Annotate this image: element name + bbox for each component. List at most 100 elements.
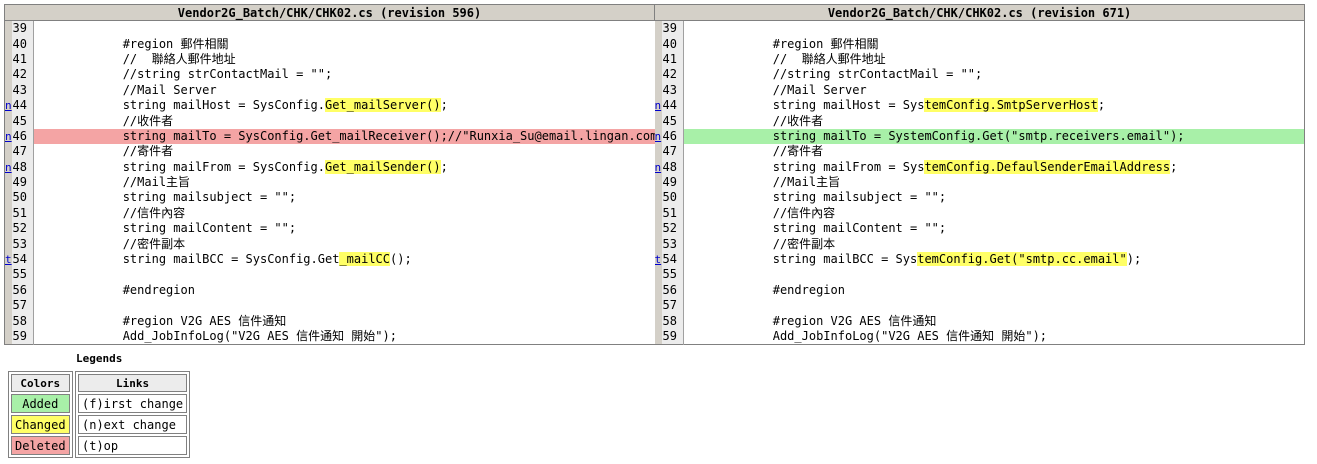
diff-row: 42 //string strContactMail = ""; 42 //str… [4,67,1305,83]
right-link-cell [654,113,662,129]
diff-row: 55 55 [4,267,1305,283]
changed-text-highlight: Get_mailSender() [324,159,441,174]
left-line-number: 53 [11,236,34,252]
left-link-cell [4,282,12,299]
diff-body: 39 39 40 #region 郵件相關 40 #region 郵件相關 41 // … [4,20,1305,345]
legend-top: (t)op [78,436,188,455]
right-line-number: 52 [661,221,685,237]
right-link-cell [654,20,662,37]
right-link-cell [654,221,662,237]
right-link-cell [654,328,662,345]
left-link-cell [4,36,12,52]
right-code-line [683,20,1305,37]
right-link-cell [654,67,662,83]
diff-row: 51 //信件內容 51 //信件內容 [4,205,1305,222]
right-code-line: // 聯絡人郵件地址 [686,51,886,66]
right-line-number: 54 [661,251,685,268]
code-text: (); [390,252,412,267]
right-code-line: //Mail Server [686,82,867,97]
diff-row: 43 //Mail Server 43 //Mail Server [4,82,1305,98]
diff-row: 56 #endregion 56 #endregion [4,282,1305,299]
left-code-line: //信件內容 [36,205,186,220]
right-change-link[interactable]: n [655,161,662,174]
code-text: string mailBCC = SysConfig.Get [36,252,340,267]
left-line-number: 59 [11,328,34,345]
left-change-link[interactable]: n [5,130,12,143]
right-code-line: //string strContactMail = ""; [686,67,983,82]
left-line-number: 41 [11,51,34,68]
code-text: string mailFrom = SysConfig. [36,159,325,174]
changed-text-highlight: Get_mailServer() [324,98,441,113]
right-line-number: 57 [661,298,685,314]
left-code-line: //寄件者 [36,144,174,159]
left-line-number: 46 [11,128,34,145]
code-text: ); [1126,252,1142,267]
right-code-line: #endregion [686,282,845,297]
left-line-number: 49 [11,174,34,191]
left-link-cell [4,328,12,345]
left-code-line: string mailHost = SysConfig.Get_mailServ… [34,98,655,113]
left-code-line: //密件副本 [36,236,186,251]
diff-row: 40 #region 郵件相關 40 #region 郵件相關 [4,36,1305,52]
left-line-number: 48 [11,159,34,175]
right-code-line: //收件者 [686,113,824,128]
diff-row: 58 #region V2G AES 信件通知 58 #region V2G AE… [4,313,1305,329]
left-code-line: #endregion [36,282,195,297]
left-line-number: 51 [11,205,34,222]
left-line-number: 50 [11,190,34,206]
code-text: string mailHost = SysConfig. [36,98,325,113]
left-line-number: 43 [11,82,34,98]
left-code-line: #region 郵件相關 [36,36,229,51]
left-change-link[interactable]: t [5,253,12,266]
left-code-line [33,20,655,37]
right-link-cell [654,267,662,283]
diff-row: t 54 string mailBCC = SysConfig.Get_mailC… [4,251,1305,268]
right-line-number: 50 [661,190,685,206]
right-line-number: 55 [661,267,685,283]
left-line-number: 42 [11,67,34,83]
diff-row: 59 Add_JobInfoLog("V2G AES 信件通知 開始"); 59 … [4,328,1305,345]
right-line-number: 44 [661,97,685,114]
left-link-cell: n [4,128,12,145]
legend-first-change: (f)irst change [78,394,188,413]
left-code-line: string mailTo = SysConfig.Get_mailReceiv… [33,128,655,145]
code-text: string mailFrom = Sys [686,159,925,174]
left-link-cell [4,298,12,314]
diff-row: 41 // 聯絡人郵件地址 41 // 聯絡人郵件地址 [4,51,1305,68]
left-line-number: 55 [11,267,34,283]
left-line-number: 54 [11,251,34,268]
left-link-cell [4,313,12,329]
right-code-line: Add_JobInfoLog("V2G AES 信件通知 開始"); [686,329,1048,343]
code-text: string mailBCC = Sys [686,252,918,267]
right-change-link[interactable]: n [655,130,662,143]
left-link-cell [4,51,12,68]
left-link-cell [4,144,12,160]
legend-deleted: Deleted [11,436,70,455]
links-legend: Links (f)irst change (n)ext change (t)op [75,371,191,458]
right-change-link[interactable]: t [655,253,662,266]
right-line-number: 48 [661,159,685,175]
left-change-link[interactable]: n [5,161,12,174]
right-line-number: 58 [661,313,685,329]
right-link-cell [654,82,662,98]
left-code-line: //收件者 [36,113,174,128]
right-line-number: 49 [661,174,685,191]
diff-header-row: Vendor2G_Batch/CHK/CHK02.cs (revision 59… [3,4,1306,21]
left-link-cell [4,221,12,237]
links-legend-header: Links [78,374,188,392]
left-link-cell: n [4,97,12,114]
left-link-cell [4,190,12,206]
right-code-line: string mailsubject = ""; [686,190,947,205]
left-change-link[interactable]: n [5,99,12,112]
left-line-number: 58 [11,313,34,329]
right-change-link[interactable]: n [655,99,662,112]
right-code-line: string mailFrom = SystemConfig.DefaulSen… [684,159,1305,175]
left-link-cell [4,67,12,83]
left-code-line: string mailBCC = SysConfig.Get_mailCC(); [34,252,655,267]
right-link-cell: n [654,97,662,114]
changed-text-highlight: temConfig.DefaulSenderEmailAddress [924,159,1171,174]
diff-table: Vendor2G_Batch/CHK/CHK02.cs (revision 59… [3,4,1306,346]
right-code-line: string mailContent = ""; [686,221,947,236]
left-code-line: string mailsubject = ""; [36,190,297,205]
right-code-line: //信件內容 [686,205,836,220]
